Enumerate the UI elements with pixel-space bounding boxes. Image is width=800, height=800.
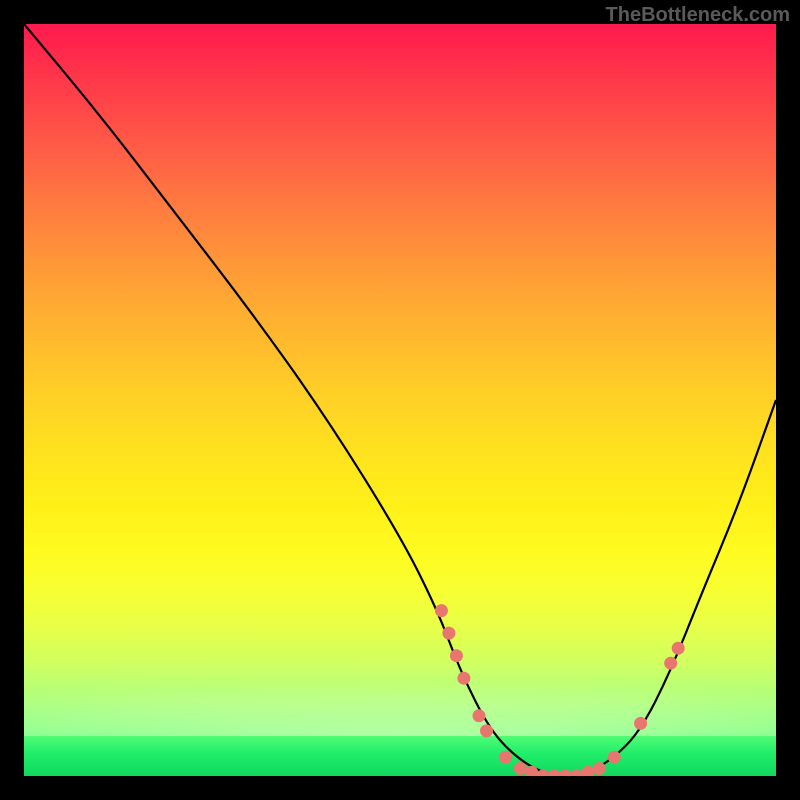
data-point: [499, 751, 512, 764]
data-point: [473, 709, 486, 722]
chart-frame: TheBottleneck.com: [0, 0, 800, 800]
data-point: [672, 642, 685, 655]
watermark-text: TheBottleneck.com: [606, 4, 790, 27]
plot-area: [24, 24, 776, 776]
data-point: [514, 762, 527, 775]
bottleneck-curve: [24, 24, 776, 776]
data-point: [608, 751, 621, 764]
data-point: [570, 770, 583, 777]
data-point: [435, 604, 448, 617]
curve-svg: [24, 24, 776, 776]
data-point: [480, 724, 493, 737]
data-point: [559, 770, 572, 777]
data-point: [442, 627, 455, 640]
data-point: [593, 762, 606, 775]
data-point: [664, 657, 677, 670]
data-point: [634, 717, 647, 730]
data-point: [525, 766, 538, 776]
data-point: [457, 672, 470, 685]
data-dots: [435, 604, 685, 776]
data-point: [450, 649, 463, 662]
data-point: [548, 770, 561, 777]
data-point: [582, 766, 595, 776]
